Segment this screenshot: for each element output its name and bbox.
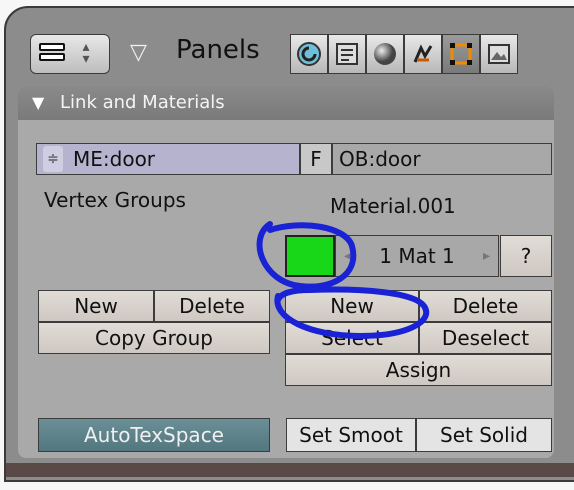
vertex-group-new-button[interactable]: New xyxy=(38,290,154,322)
copy-group-button[interactable]: Copy Group xyxy=(38,322,270,354)
panels-label: Panels xyxy=(176,35,260,65)
panel-collapse-icon[interactable]: ▼ xyxy=(32,93,44,112)
updown-icon: ▴ ▾ xyxy=(82,39,90,67)
material-query-button[interactable]: ? xyxy=(500,235,552,277)
window-bottom-border xyxy=(6,463,574,477)
mesh-name-field[interactable]: ≑ ME:door xyxy=(36,143,300,175)
object-name-field[interactable]: OB:door xyxy=(332,143,552,175)
vertex-groups-label: Vertex Groups xyxy=(44,188,186,212)
material-name-label: Material.001 xyxy=(330,194,456,218)
arrow-right-icon[interactable]: ▸ xyxy=(483,236,490,276)
window-type-button[interactable]: ▴ ▾ xyxy=(30,34,110,74)
shading-icon[interactable] xyxy=(366,34,404,74)
material-index-field[interactable]: ◂ 1 Mat 1 ▸ xyxy=(335,235,499,277)
material-select-button[interactable]: Select xyxy=(285,322,419,354)
panel-header[interactable]: ▼ Link and Materials xyxy=(18,86,554,120)
buttons-window-icon xyxy=(39,43,65,65)
object-icon[interactable] xyxy=(404,34,442,74)
panel-title: Link and Materials xyxy=(60,92,225,113)
mesh-browse-icon[interactable]: ≑ xyxy=(43,146,63,172)
autotexspace-toggle[interactable]: AutoTexSpace xyxy=(38,418,270,452)
material-assign-button[interactable]: Assign xyxy=(285,354,552,386)
material-index-text: 1 Mat 1 xyxy=(379,244,455,268)
material-color-swatch[interactable] xyxy=(285,235,335,277)
material-new-button[interactable]: New xyxy=(285,290,419,322)
set-smooth-button[interactable]: Set Smoot xyxy=(286,418,416,452)
fake-user-button[interactable]: F xyxy=(300,143,332,175)
panels-collapse-icon[interactable]: ▽ xyxy=(130,40,147,65)
arrow-left-icon[interactable]: ◂ xyxy=(344,236,351,276)
script-icon[interactable] xyxy=(328,34,366,74)
mesh-name-text: ME:door xyxy=(73,147,156,171)
material-delete-button[interactable]: Delete xyxy=(419,290,552,322)
material-deselect-button[interactable]: Deselect xyxy=(419,322,552,354)
scene-icon[interactable] xyxy=(480,34,518,74)
editing-icon[interactable] xyxy=(442,34,480,74)
set-solid-button[interactable]: Set Solid xyxy=(416,418,552,452)
logic-icon[interactable] xyxy=(290,34,328,74)
vertex-group-delete-button[interactable]: Delete xyxy=(154,290,270,322)
